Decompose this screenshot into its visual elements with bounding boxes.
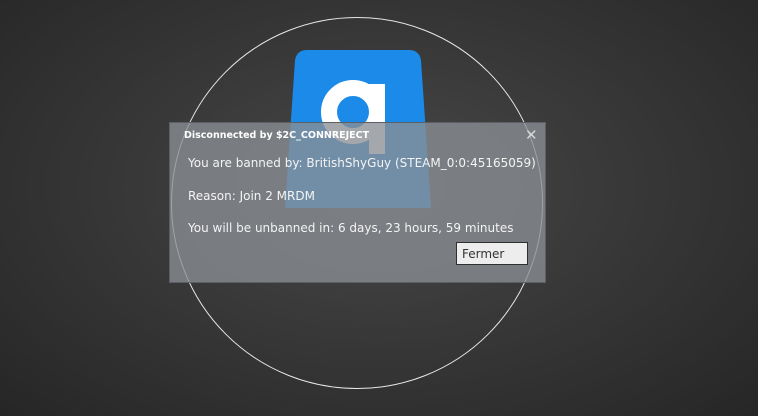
close-button[interactable]: Fermer xyxy=(456,242,528,265)
ban-duration: You will be unbanned in: 6 days, 23 hour… xyxy=(188,221,514,235)
dialog-title: Disconnected by $2C_CONNREJECT xyxy=(184,130,370,141)
close-icon[interactable]: ✕ xyxy=(525,127,538,143)
ban-reason: Reason: Join 2 MRDM xyxy=(188,189,315,203)
disconnect-dialog: Disconnected by $2C_CONNREJECT ✕ You are… xyxy=(169,122,546,283)
ban-message: You are banned by: BritishShyGuy (STEAM_… xyxy=(188,156,536,170)
